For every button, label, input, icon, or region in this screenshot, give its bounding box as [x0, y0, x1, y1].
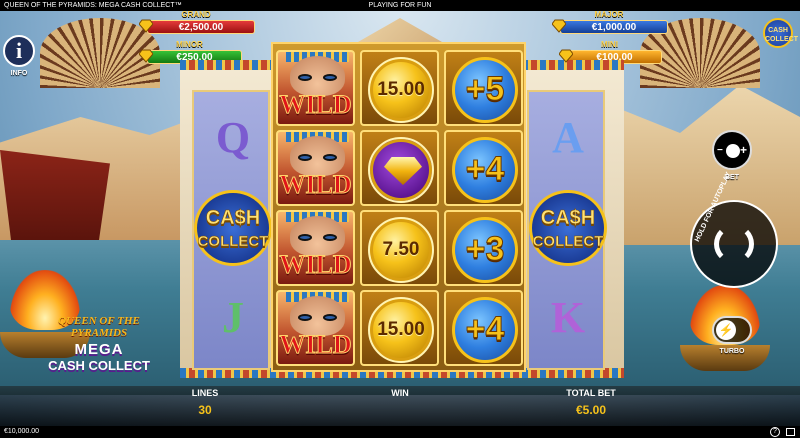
game-stage: QUEEN OF THE PYRAMIDS: MEGA CASH COLLECT…	[0, 0, 800, 438]
reel-right-cell-2: CA$H COLLECT	[529, 190, 607, 266]
autoplay-label: HOLD FOR AUTOPLAY	[694, 171, 733, 243]
turbo-toggle[interactable]: ⚡	[712, 316, 752, 344]
bottom-bar: LINES 30 WIN TOTAL BET €5.00	[0, 386, 800, 426]
plus-value: +3	[465, 230, 505, 269]
plus-value: +5	[465, 70, 505, 109]
diamond-icon	[552, 19, 566, 33]
cash-collect-badge-line1: CASH	[768, 27, 788, 34]
diamond-icon	[384, 157, 422, 185]
fullscreen-icon[interactable]	[786, 428, 795, 436]
coin-value: 15.00	[377, 79, 425, 100]
top-bar: QUEEN OF THE PYRAMIDS: MEGA CASH COLLECT…	[0, 0, 800, 11]
win-label: WIN	[391, 388, 409, 398]
jackpot-major-value: €1,000.00	[560, 20, 668, 34]
reel-left-cell-2: CA$H COLLECT	[194, 190, 272, 266]
cash-collect-badge-line2: COLLECT	[765, 36, 799, 43]
cash-collect-line1: CA$H	[540, 207, 596, 230]
cash-collect-line1: CA$H	[205, 207, 261, 230]
lightning-icon: ⚡	[716, 320, 736, 340]
jackpot-major-label: MAJOR	[594, 10, 624, 19]
plus-symbol: +3	[444, 210, 523, 286]
cash-collect-line2: COLLECT	[197, 233, 269, 251]
reel-right-cell-1: A	[529, 100, 607, 176]
lines-value: 30	[198, 403, 212, 417]
coin-value: 15.00	[377, 319, 425, 340]
win-display: WIN	[345, 388, 455, 403]
lines-label: LINES	[191, 388, 219, 398]
play-mode-text: PLAYING FOR FUN	[368, 2, 432, 9]
total-bet-display: TOTAL BET €5.00	[536, 388, 646, 417]
symbol-k: K	[550, 293, 586, 342]
cash-collect-line2: COLLECT	[532, 233, 604, 251]
coin-stack-icon	[726, 144, 740, 158]
jackpot-grand: GRAND €2,500.00	[137, 10, 255, 34]
reel-plus: +5 +4 +3 +4	[444, 50, 523, 368]
diamond-icon	[559, 49, 573, 63]
cash-collect-badge: CASH COLLECT	[763, 18, 799, 48]
wild-label: WILD	[279, 90, 352, 120]
wild-label: WILD	[279, 170, 352, 200]
logo-line1: QUEEN OF THE PYRAMIDS	[58, 315, 140, 339]
wild-symbol: WILD	[276, 50, 355, 126]
reel-grid: WILD WILD WILD WILD 15.00 7.50 15.00 +5 …	[271, 42, 526, 372]
jackpot-minor-label: MINOR	[176, 40, 203, 49]
jackpot-major: MAJOR €1,000.00	[550, 10, 668, 34]
jackpot-grand-value: €2,500.00	[147, 20, 255, 34]
wild-label: WILD	[279, 250, 352, 280]
sail-boat	[0, 150, 110, 240]
question-icon[interactable]: ?	[770, 427, 780, 437]
wild-symbol: WILD	[276, 130, 355, 206]
bet-button[interactable]: − +	[712, 130, 752, 170]
plus-symbol: +4	[444, 290, 523, 366]
logo-line2: MEGA	[74, 341, 124, 358]
diamond-icon	[139, 19, 153, 33]
balance: €10,000.00	[4, 428, 40, 435]
coin-symbol: 15.00	[360, 50, 439, 126]
wild-symbol: WILD	[276, 290, 355, 366]
plus-icon: +	[739, 143, 747, 157]
spin-autoplay-button[interactable]: HOLD FOR AUTOPLAY	[690, 171, 778, 288]
jackpot-grand-label: GRAND	[181, 10, 211, 19]
coin-value: 7.50	[382, 239, 420, 260]
plus-value: +4	[465, 150, 505, 189]
minus-icon: −	[717, 145, 723, 156]
jackpot-mini-label: MINI	[601, 40, 618, 49]
plus-symbol: +5	[444, 50, 523, 126]
reel-coins: 15.00 7.50 15.00	[360, 50, 439, 368]
symbol-a: A	[552, 113, 584, 162]
info-label: INFO	[10, 70, 28, 77]
gem-symbol	[360, 130, 439, 206]
symbol-j: J	[222, 293, 244, 342]
reel-left-cell-1: Q	[194, 100, 272, 176]
cash-collect-symbol: CA$H COLLECT	[529, 190, 607, 266]
autoplay-label-wrap: HOLD FOR AUTOPLAY	[692, 171, 776, 286]
cash-collect-symbol: CA$H COLLECT	[194, 190, 272, 266]
game-logo: QUEEN OF THE PYRAMIDS MEGA CASH COLLECT	[36, 315, 162, 373]
reel-right: A CA$H COLLECT K	[527, 90, 607, 370]
reel-wild: WILD WILD WILD WILD	[276, 50, 355, 368]
total-bet-value: €5.00	[575, 403, 607, 417]
symbol-q: Q	[215, 113, 251, 162]
reel-left-cell-3: J	[194, 280, 272, 356]
status-bar: €10,000.00 ?	[0, 426, 800, 438]
turbo-label: TURBO	[719, 348, 745, 355]
reel-left: Q CA$H COLLECT J	[192, 90, 272, 370]
wild-label: WILD	[279, 330, 352, 360]
reel-right-cell-3: K	[529, 280, 607, 356]
info-button[interactable]: i	[3, 35, 35, 67]
coin-symbol: 7.50	[360, 210, 439, 286]
diamond-icon	[139, 49, 153, 63]
plus-value: +4	[465, 310, 505, 349]
wild-symbol: WILD	[276, 210, 355, 286]
total-bet-label: TOTAL BET	[566, 388, 616, 398]
lines-display: LINES 30	[150, 388, 260, 417]
coin-symbol: 15.00	[360, 290, 439, 366]
logo-line3: CASH COLLECT	[48, 358, 150, 373]
plus-symbol: +4	[444, 130, 523, 206]
info-icon: i	[15, 38, 23, 63]
